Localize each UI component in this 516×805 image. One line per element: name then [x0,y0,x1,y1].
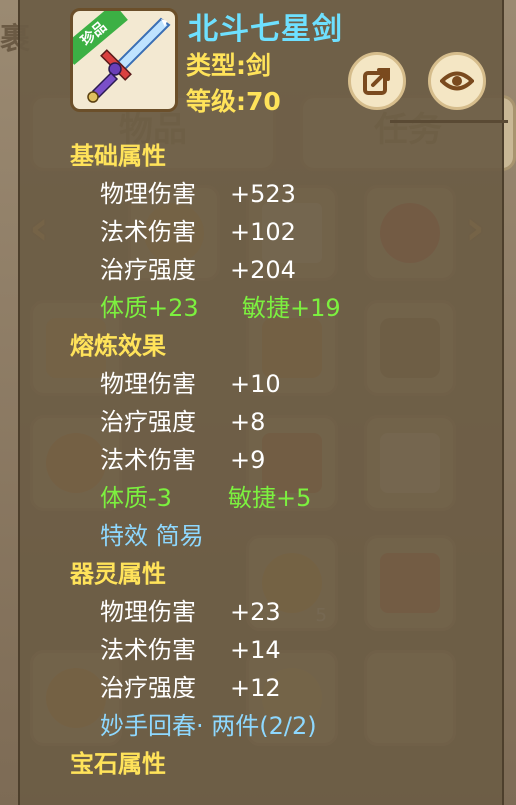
stat-row: 法术伤害 +14 [100,636,281,664]
bonus-constitution: 体质+23 [100,294,199,322]
item-thumbnail: 珍品 [70,8,178,112]
stat-row: 物理伤害 +10 [100,370,281,398]
stat-row: 治疗强度 +204 [100,256,296,284]
item-name: 北斗七星剑 [188,12,343,47]
eye-icon [440,71,474,91]
section-base-title: 基础属性 [70,142,166,170]
stat-row: 治疗强度 +12 [100,674,281,702]
stat-row: 物理伤害 +523 [100,180,296,208]
item-type: 类型:剑 [186,51,271,80]
item-tooltip-panel: 珍品 北斗七星剑 类型:剑 等级:70 基础属性 物理伤害 +523 法术伤害 +1… [18,0,508,805]
sword-icon [87,17,171,103]
stat-row: 法术伤害 +102 [100,218,296,246]
bonus-agility: 敏捷+19 [242,294,341,322]
set-bonus: 妙手回春· 两件(2/2) [100,712,317,740]
header-divider [390,120,508,123]
stat-row: 物理伤害 +23 [100,598,281,626]
stat-row: 法术伤害 +9 [100,446,266,474]
share-button[interactable] [348,52,406,110]
share-icon [363,68,390,95]
bonus-agility: 敏捷+5 [228,484,312,512]
special-effect: 特效 简易 [100,522,204,550]
section-spirit-title: 器灵属性 [70,560,166,588]
item-level: 等级:70 [186,87,281,116]
section-refine-title: 熔炼效果 [70,332,166,360]
section-gem-title: 宝石属性 [70,750,166,778]
bonus-constitution: 体质-3 [100,484,172,512]
view-button[interactable] [428,52,486,110]
stat-row: 治疗强度 +8 [100,408,266,436]
